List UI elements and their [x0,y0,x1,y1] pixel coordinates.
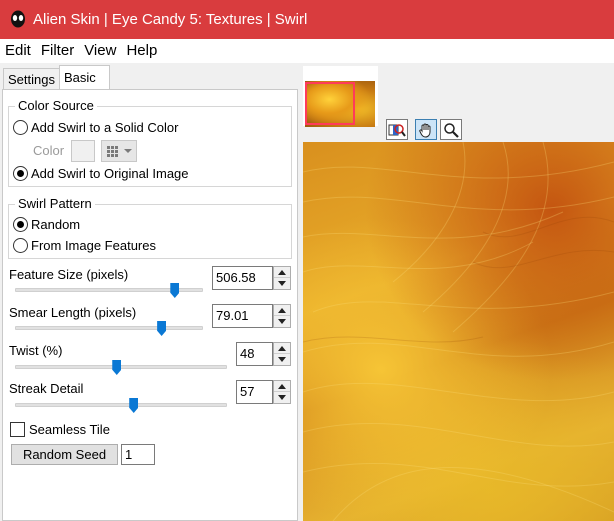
color-source-group: Color Source Add Swirl to a Solid Color … [8,98,292,187]
title-bar: Alien Skin | Eye Candy 5: Textures | Swi… [0,0,614,39]
swirl-pattern-title: Swirl Pattern [15,196,95,212]
arrow-up-icon [278,269,286,275]
twist-input[interactable]: 48 [236,342,273,366]
window-title: Alien Skin | Eye Candy 5: Textures | Swi… [33,11,308,28]
streak-detail-label: Streak Detail [9,381,84,396]
streak-detail-spinner[interactable] [273,380,291,404]
smear-length-spinner[interactable] [273,304,291,328]
streak-detail-input[interactable]: 57 [236,380,273,404]
twist-label: Twist (%) [9,343,63,358]
radio-original-image-label: Add Swirl to Original Image [31,166,189,181]
radio-solid-color[interactable]: Add Swirl to a Solid Color [13,120,178,135]
smear-length-input[interactable]: 79.01 [212,304,273,328]
navigator-view-rect[interactable] [305,82,355,125]
swirl-preview-image[interactable] [303,142,614,521]
feature-size-label: Feature Size (pixels) [9,267,129,282]
streak-detail-track[interactable] [15,403,227,407]
swirl-pattern-group: Swirl Pattern Random From Image Features [8,196,292,259]
zoom-icon [444,122,459,138]
chevron-down-icon [124,149,132,153]
smear-length-track[interactable] [15,326,203,330]
hand-tool-button[interactable] [415,119,437,140]
twist-up[interactable] [274,343,290,354]
streak-detail-up[interactable] [274,381,290,392]
feature-size-down[interactable] [274,278,290,289]
zoom-tool-button[interactable] [440,119,462,140]
tab-settings[interactable]: Settings [3,68,60,90]
smear-length-up[interactable] [274,305,290,316]
basic-panel: Color Source Add Swirl to a Solid Color … [2,89,298,521]
radio-image-features-label: From Image Features [31,238,156,253]
preview-compare-button[interactable] [386,119,408,140]
arrow-up-icon [278,307,286,313]
color-swatch[interactable] [71,140,95,162]
streak-detail-slider-thumb[interactable] [129,398,139,413]
radio-image-features[interactable]: From Image Features [13,238,156,253]
menu-bar: Edit Filter View Help [0,39,614,63]
feature-size-input[interactable]: 506.58 [212,266,273,290]
radio-original-image[interactable]: Add Swirl to Original Image [13,166,189,181]
preview-compare-icon [388,123,406,137]
arrow-down-icon [278,281,286,286]
seamless-tile-checkbox[interactable] [10,422,25,437]
grid-icon [107,146,132,157]
menu-help[interactable]: Help [121,39,162,63]
radio-image-features-button[interactable] [13,238,28,253]
radio-random-button[interactable] [13,217,28,232]
navigator-thumbnail-frame [303,66,378,127]
hand-icon [419,123,431,138]
swirl-streaks [303,142,614,521]
radio-solid-color-button[interactable] [13,120,28,135]
preview-area [303,63,614,521]
smear-length-label: Smear Length (pixels) [9,305,137,320]
alien-skin-logo-icon [11,10,25,28]
arrow-down-icon [278,319,286,324]
feature-size-spinner[interactable] [273,266,291,290]
arrow-up-icon [278,345,286,351]
color-grid-dropdown[interactable] [101,140,137,162]
streak-detail-down[interactable] [274,392,290,403]
feature-size-up[interactable] [274,267,290,278]
arrow-up-icon [278,383,286,389]
radio-random-label: Random [31,217,81,232]
radio-random[interactable]: Random [13,217,80,232]
radio-solid-color-label: Add Swirl to a Solid Color [31,120,179,135]
menu-filter[interactable]: Filter [36,39,79,63]
twist-down[interactable] [274,354,290,365]
smear-length-down[interactable] [274,316,290,327]
radio-original-image-button[interactable] [13,166,28,181]
tab-strip: Settings Basic [0,63,300,90]
smear-length-slider-thumb[interactable] [157,321,167,336]
arrow-down-icon [278,357,286,362]
seamless-tile-label: Seamless Tile [29,422,110,437]
menu-edit[interactable]: Edit [0,39,36,63]
twist-spinner[interactable] [273,342,291,366]
random-seed-input[interactable]: 1 [121,444,155,465]
color-label: Color [33,143,65,158]
color-source-title: Color Source [15,98,97,114]
random-seed-button[interactable]: Random Seed [11,444,118,465]
menu-view[interactable]: View [79,39,121,63]
twist-slider-thumb[interactable] [112,360,122,375]
arrow-down-icon [278,395,286,400]
tab-basic[interactable]: Basic [59,65,110,90]
feature-size-slider-thumb[interactable] [170,283,180,298]
